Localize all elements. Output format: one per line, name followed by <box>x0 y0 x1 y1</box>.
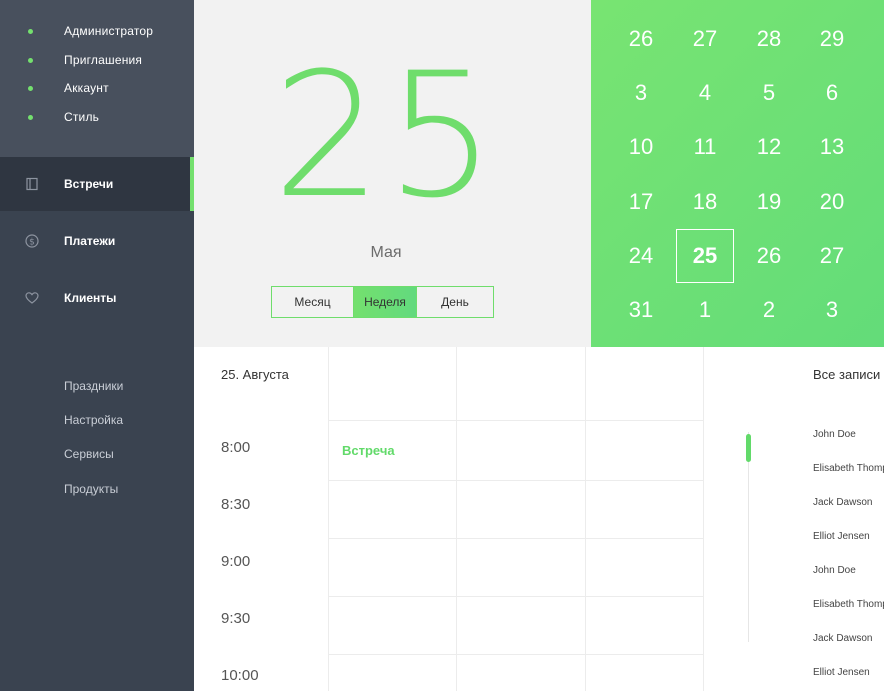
grid-row-divider <box>328 420 704 421</box>
view-day-button[interactable]: День <box>417 287 493 317</box>
calendar-day[interactable]: 18 <box>676 175 734 229</box>
sidebar-item-payments[interactable]: $ Платежи <box>0 214 194 268</box>
calendar-day[interactable]: 19 <box>740 175 798 229</box>
calendar-day[interactable]: 26 <box>612 12 670 66</box>
bullet-dot-icon <box>28 85 33 91</box>
calendar-day[interactable]: 27 <box>676 12 734 66</box>
grid-row-divider <box>328 654 704 655</box>
sidebar-item-label: Стиль <box>64 110 100 124</box>
calendar-day[interactable]: 6 <box>803 66 861 120</box>
sidebar: Администратор Приглашения Аккаунт Стиль … <box>0 0 194 691</box>
book-icon <box>26 177 38 191</box>
bullet-dot-icon <box>28 114 33 120</box>
date-header-panel: 25 Мая Месяц Неделя День <box>194 0 591 347</box>
grid-column-divider <box>585 347 586 691</box>
sidebar-item-account[interactable]: Аккаунт <box>0 74 194 102</box>
calendar-day[interactable]: 13 <box>803 120 861 174</box>
calendar-day[interactable]: 12 <box>740 120 798 174</box>
calendar-day[interactable]: 26 <box>740 229 798 283</box>
selected-month-name: Мая <box>370 244 402 261</box>
calendar-day[interactable]: 28 <box>740 12 798 66</box>
time-slot-label: 8:00 <box>221 439 251 456</box>
sidebar-item-label: Встречи <box>64 177 114 191</box>
record-item[interactable]: Jack Dawson <box>813 497 872 508</box>
all-records-title: Все записи <box>813 367 881 382</box>
calendar-day[interactable]: 1 <box>676 283 734 337</box>
sidebar-subitem-settings[interactable]: Настройка <box>64 413 123 427</box>
heart-icon <box>25 292 39 304</box>
sidebar-item-label: Администратор <box>64 24 154 38</box>
calendar-day[interactable]: 27 <box>803 229 861 283</box>
view-month-button[interactable]: Месяц <box>272 287 354 317</box>
sidebar-item-invitations[interactable]: Приглашения <box>0 46 194 74</box>
sidebar-subitem-holidays[interactable]: Праздники <box>64 379 123 393</box>
grid-column-divider <box>456 347 457 691</box>
time-slot-label: 9:30 <box>221 610 251 627</box>
calendar-day[interactable]: 29 <box>803 12 861 66</box>
grid-row-divider <box>328 480 704 481</box>
sidebar-item-clients[interactable]: Клиенты <box>0 271 194 325</box>
sidebar-item-label: Приглашения <box>64 53 143 67</box>
day-schedule: 25. Августа 8:00 8:30 9:00 9:30 10:00 Вс… <box>194 347 884 691</box>
record-item[interactable]: Elisabeth Thompson <box>813 463 884 474</box>
sidebar-item-meetings[interactable]: Встречи <box>0 157 194 211</box>
record-item[interactable]: John Doe <box>813 429 856 440</box>
calendar-day[interactable]: 3 <box>612 66 670 120</box>
sidebar-top-menu: Администратор Приглашения Аккаунт Стиль <box>0 0 194 157</box>
calendar-day[interactable]: 4 <box>866 283 884 337</box>
view-week-button[interactable]: Неделя <box>354 287 417 317</box>
scrollbar-track[interactable] <box>748 432 749 642</box>
grid-column-divider <box>703 347 704 691</box>
time-slot-label: 9:00 <box>221 553 251 570</box>
bullet-dot-icon <box>28 28 33 34</box>
view-switcher: Месяц Неделя День <box>271 286 494 318</box>
calendar-day[interactable]: 10 <box>612 120 670 174</box>
calendar-day[interactable]: 17 <box>612 175 670 229</box>
record-item[interactable]: Jack Dawson <box>813 633 872 644</box>
sidebar-subitem-products[interactable]: Продукты <box>64 482 118 496</box>
svg-text:$: $ <box>29 238 35 248</box>
sidebar-item-admin[interactable]: Администратор <box>0 17 194 45</box>
record-item[interactable]: Elisabeth Thompson <box>813 599 884 610</box>
schedule-date-title: 25. Августа <box>221 367 289 382</box>
grid-column-divider <box>328 347 329 691</box>
sidebar-item-label: Аккаунт <box>64 81 109 95</box>
calendar-day-selected[interactable]: 25 <box>676 229 734 283</box>
calendar-day[interactable]: 31 <box>612 283 670 337</box>
event-meeting[interactable]: Встреча <box>342 443 395 458</box>
bullet-dot-icon <box>28 57 33 63</box>
scrollbar-thumb[interactable] <box>746 434 751 462</box>
time-slot-label: 10:00 <box>221 667 259 684</box>
grid-row-divider <box>328 596 704 597</box>
sidebar-item-label: Платежи <box>64 234 116 248</box>
calendar-day[interactable]: 20 <box>803 175 861 229</box>
calendar-day[interactable]: 3 <box>803 283 861 337</box>
dollar-icon: $ <box>25 234 39 248</box>
calendar-day[interactable]: 4 <box>676 66 734 120</box>
sidebar-subitem-services[interactable]: Сервисы <box>64 447 114 461</box>
grid-row-divider <box>328 538 704 539</box>
record-item[interactable]: Elliot Jensen <box>813 531 870 542</box>
calendar-day[interactable]: 2 <box>740 283 798 337</box>
calendar-day[interactable]: 5 <box>740 66 798 120</box>
selected-day-number: 25 <box>272 35 500 236</box>
month-calendar: 26 27 28 29 3 4 5 6 10 11 12 13 17 18 19 20 24 25 26 27 31 1 2… <box>591 0 884 347</box>
time-slot-label: 8:30 <box>221 496 251 513</box>
sidebar-item-style[interactable]: Стиль <box>0 103 194 131</box>
calendar-day[interactable]: 24 <box>612 229 670 283</box>
record-item[interactable]: Elliot Jensen <box>813 667 870 678</box>
record-item[interactable]: John Doe <box>813 565 856 576</box>
sidebar-item-label: Клиенты <box>64 291 117 305</box>
calendar-day[interactable]: 11 <box>676 120 734 174</box>
